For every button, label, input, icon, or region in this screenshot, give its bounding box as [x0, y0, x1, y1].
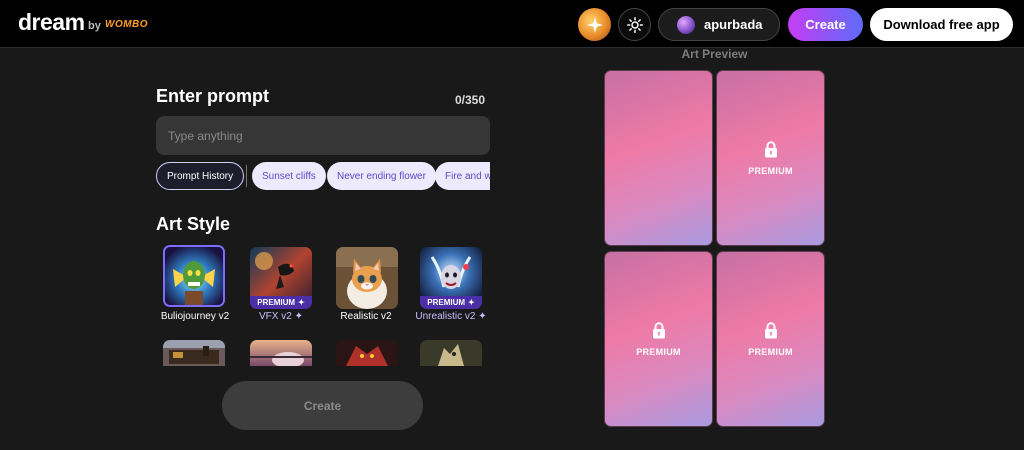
prompt-history-chip[interactable]: Prompt History [156, 162, 245, 190]
header-create-button[interactable]: Create [788, 8, 863, 41]
premium-label: PREMIUM [748, 346, 793, 357]
suggestion-chip[interactable]: Never ending flower [327, 162, 436, 190]
preview-card[interactable] [604, 70, 713, 246]
premium-label: PREMIUM [636, 346, 681, 357]
style-thumbnail [336, 247, 398, 309]
sparkle-icon: ✦ [468, 298, 475, 307]
style-thumbnail [420, 340, 482, 366]
premium-label: PREMIUM [748, 165, 793, 176]
lock-icon [764, 321, 777, 338]
style-card-row2[interactable] [420, 340, 482, 366]
lock-icon [652, 321, 665, 338]
sparkle-icon: ✦ [298, 298, 305, 307]
dream-logo[interactable]: dream [18, 9, 85, 36]
style-label: VFX v2 ✦ [236, 311, 326, 322]
wombo-brand: WOMBO [105, 19, 149, 30]
style-card-vfx[interactable]: PREMIUM ✦ [250, 247, 312, 309]
enter-prompt-heading: Enter prompt [156, 86, 270, 106]
username: apurbada [704, 17, 763, 32]
premium-tag: PREMIUM ✦ [250, 296, 312, 309]
style-label: Realistic v2 [340, 311, 392, 322]
style-label-text: VFX v2 [259, 311, 292, 322]
art-preview-heading: Art Preview [681, 47, 748, 61]
premium-tag-label: PREMIUM [257, 298, 296, 307]
prompt-chip-row: Prompt History Sunset cliffs Never endin… [156, 162, 490, 190]
style-card-row2[interactable] [336, 340, 398, 366]
user-profile-button[interactable]: apurbada [658, 8, 780, 41]
lock-icon [764, 140, 777, 157]
premium-tag-label: PREMIUM [427, 298, 466, 307]
prompt-input[interactable] [156, 116, 490, 155]
style-thumbnail [336, 340, 398, 366]
logo-by-text: by [88, 20, 101, 32]
sun-icon [626, 16, 643, 33]
sparkle-icon: ✦ [478, 311, 487, 322]
style-label: Buliojourney v2 [160, 311, 230, 322]
sparkle-gem-icon [586, 16, 603, 33]
sparkle-icon: ✦ [294, 311, 303, 322]
style-card-row2[interactable] [250, 340, 312, 366]
theme-toggle-button[interactable] [618, 8, 651, 41]
style-card-row2[interactable] [163, 340, 225, 366]
suggestion-chip[interactable]: Fire and w [435, 162, 490, 190]
preview-card-premium[interactable]: PREMIUM [716, 70, 825, 246]
chip-divider [246, 165, 247, 187]
preview-card-premium[interactable]: PREMIUM [604, 251, 713, 427]
style-card-unrealistic[interactable]: PREMIUM ✦ [420, 247, 482, 309]
avatar [677, 15, 695, 34]
style-label: Unrealistic v2 ✦ [406, 311, 496, 322]
style-card-realistic[interactable] [336, 247, 398, 309]
sparkle-gem-button[interactable] [578, 8, 611, 41]
suggestion-chip[interactable]: Sunset cliffs [252, 162, 326, 190]
style-thumbnail [165, 247, 223, 305]
premium-tag: PREMIUM ✦ [420, 296, 482, 309]
art-style-heading: Art Style [156, 214, 231, 234]
style-card-buliojourney[interactable] [163, 245, 225, 307]
style-thumbnail [163, 340, 225, 366]
top-nav-bar: dream by WOMBO apurbada Create Download … [0, 0, 1024, 48]
style-label-text: Unrealistic v2 [415, 311, 476, 322]
style-thumbnail [250, 340, 312, 366]
preview-card-premium[interactable]: PREMIUM [716, 251, 825, 427]
download-app-button[interactable]: Download free app [870, 8, 1013, 41]
create-button[interactable]: Create [222, 381, 423, 430]
character-counter: 0/350 [455, 93, 486, 107]
